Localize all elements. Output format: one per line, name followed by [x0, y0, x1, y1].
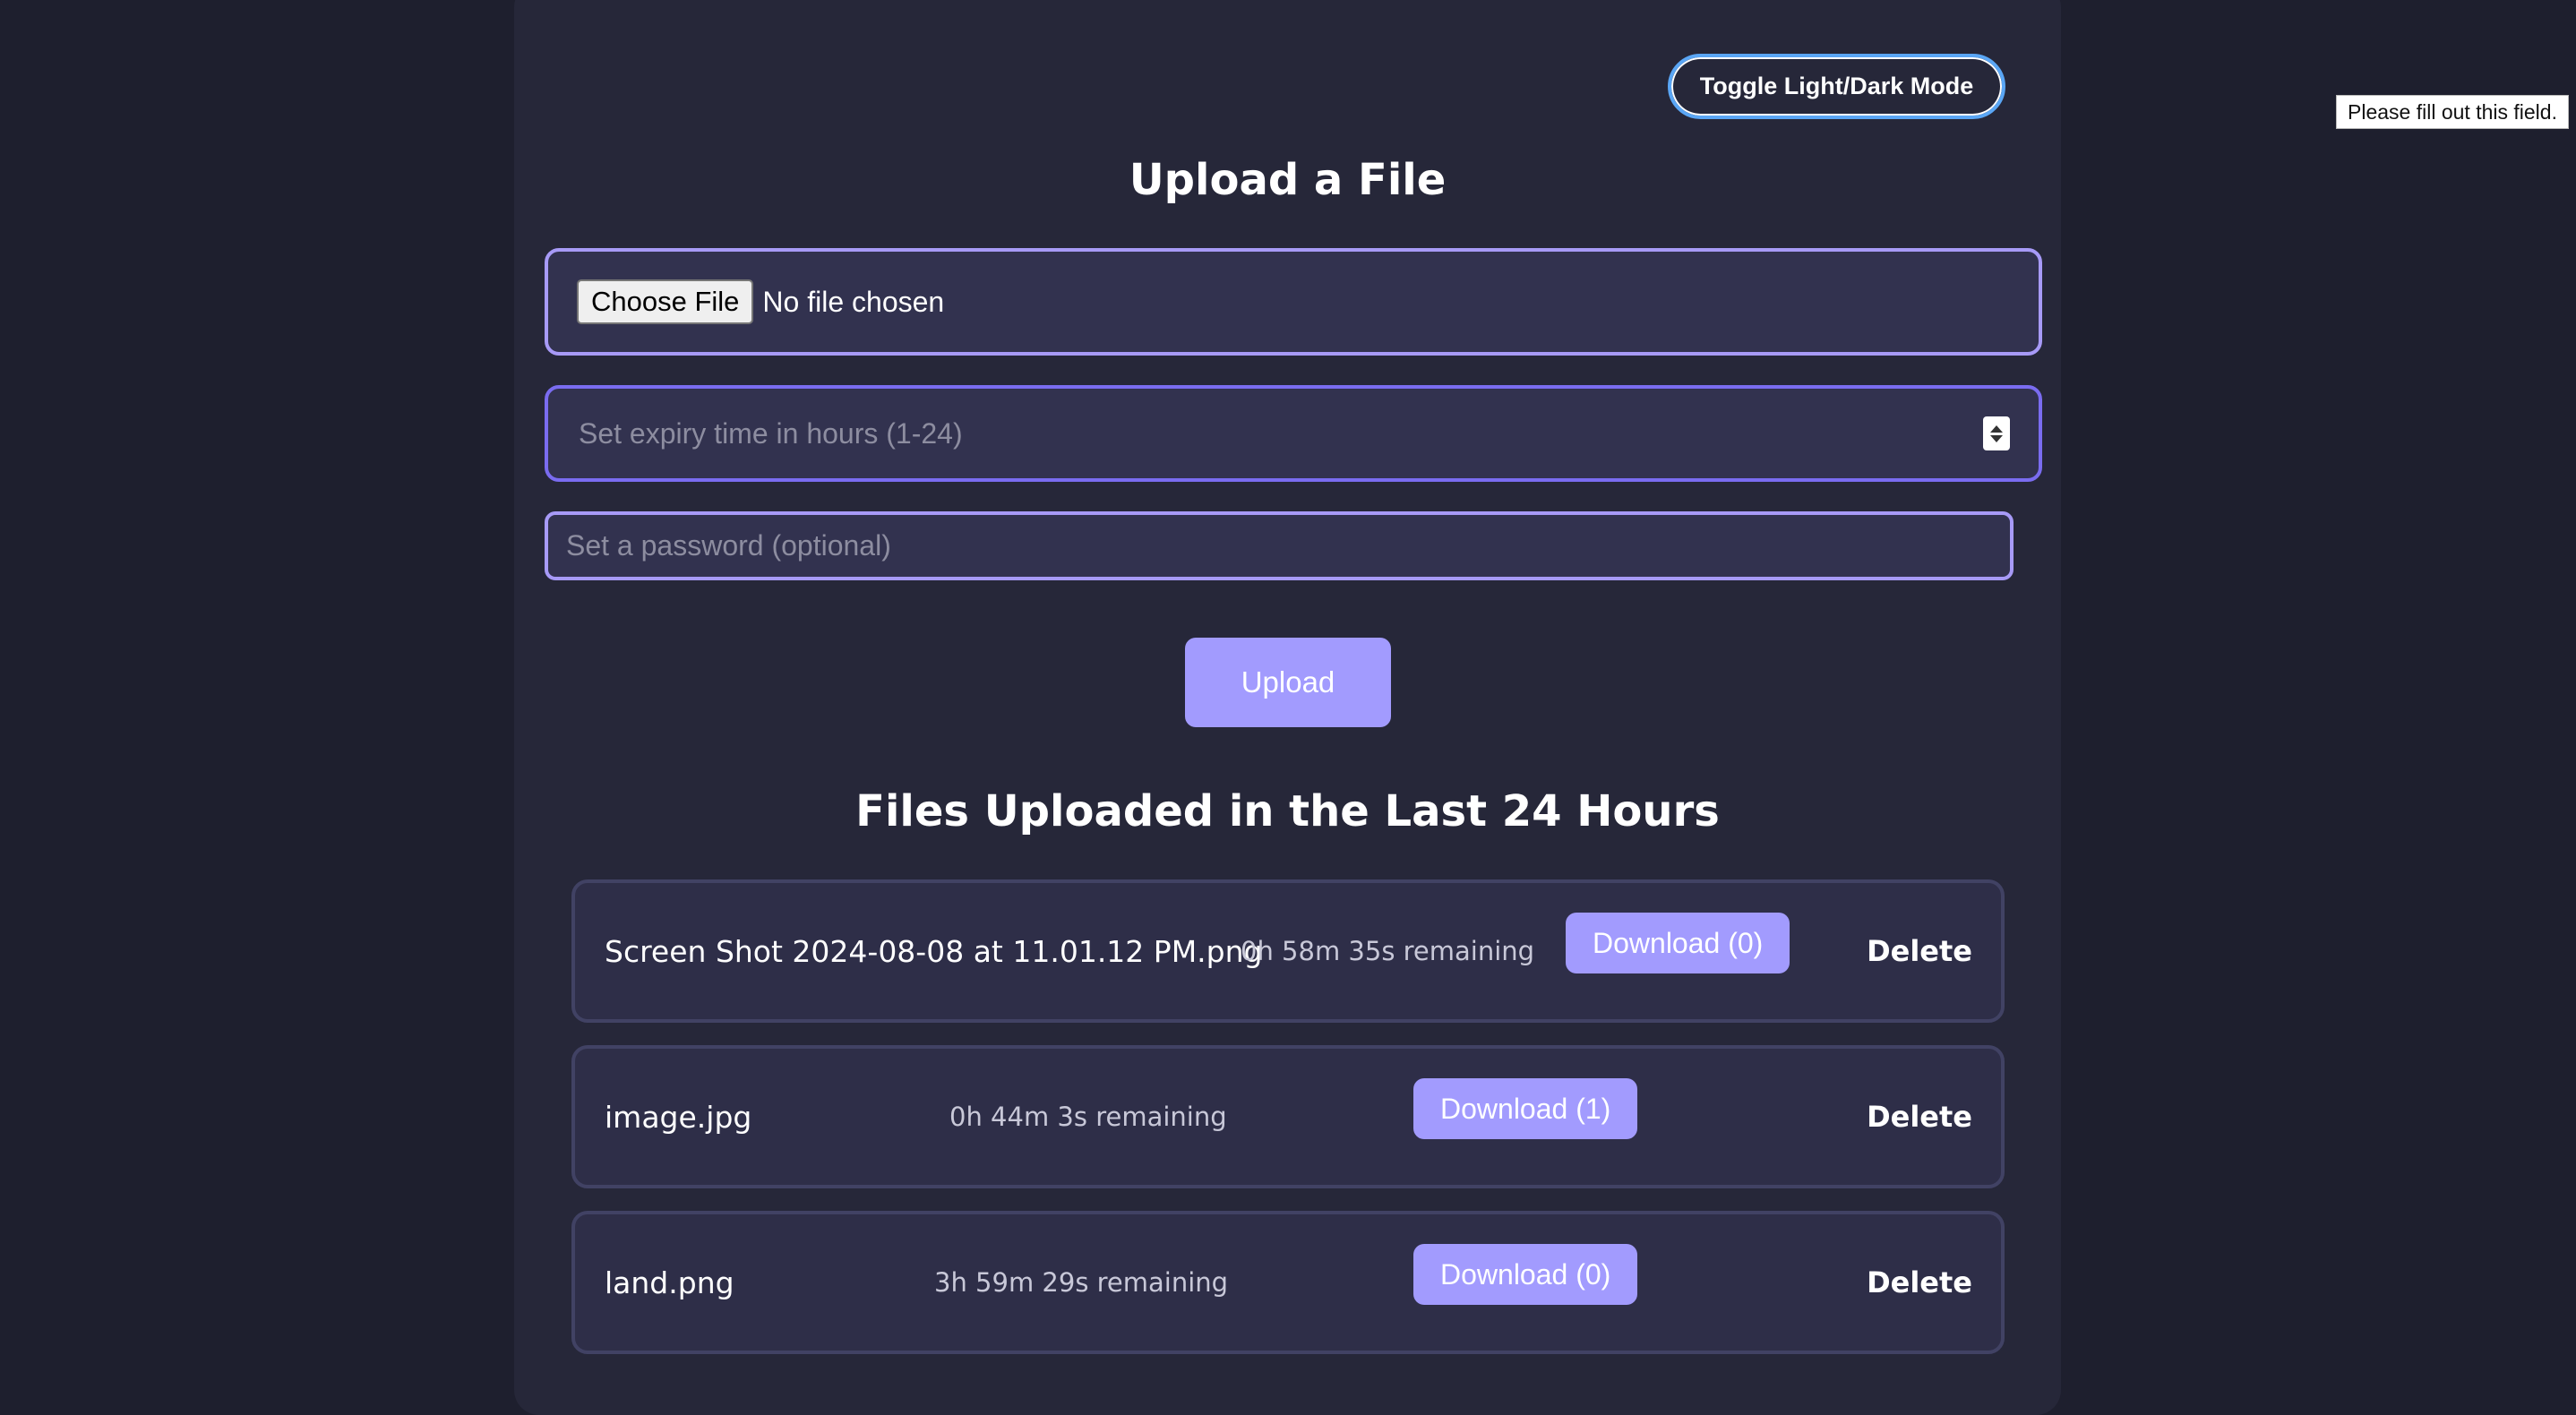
file-row: Screen Shot 2024-08-08 at 11.01.12 PM.pn…: [571, 879, 2005, 1023]
upload-button[interactable]: Upload: [1185, 638, 1391, 727]
validation-tooltip: Please fill out this field.: [2336, 95, 2569, 129]
expiry-field[interactable]: [545, 385, 2042, 482]
file-name: land.png: [605, 1265, 734, 1300]
stepper-down-icon[interactable]: [1990, 434, 2003, 442]
file-remaining: 0h 58m 35s remaining: [1241, 936, 1535, 966]
choose-file-button[interactable]: Choose File: [577, 279, 754, 324]
file-row: image.jpg 0h 44m 3s remaining Download (…: [571, 1045, 2005, 1188]
expiry-stepper[interactable]: [1983, 416, 2010, 450]
files-title: Files Uploaded in the Last 24 Hours: [855, 786, 1720, 836]
file-picker[interactable]: Choose File No file chosen: [545, 248, 2042, 356]
password-field[interactable]: [545, 511, 2014, 580]
expiry-input[interactable]: [577, 416, 1983, 451]
download-button[interactable]: Download (0): [1413, 1244, 1638, 1305]
download-button[interactable]: Download (0): [1566, 913, 1790, 973]
file-status-text: No file chosen: [762, 285, 945, 318]
toggle-theme-button[interactable]: Toggle Light/Dark Mode: [1668, 54, 2005, 119]
stepper-up-icon[interactable]: [1990, 424, 2003, 433]
upload-title: Upload a File: [1129, 155, 1447, 205]
delete-button[interactable]: Delete: [1867, 1214, 1972, 1351]
delete-button[interactable]: Delete: [1867, 1049, 1972, 1185]
delete-button[interactable]: Delete: [1867, 883, 1972, 1019]
file-row: land.png 3h 59m 29s remaining Download (…: [571, 1211, 2005, 1354]
file-remaining: 3h 59m 29s remaining: [934, 1267, 1229, 1298]
download-button[interactable]: Download (1): [1413, 1078, 1638, 1139]
file-remaining: 0h 44m 3s remaining: [949, 1102, 1227, 1132]
file-name: image.jpg: [605, 1099, 752, 1135]
password-input[interactable]: [564, 528, 1994, 563]
file-name: Screen Shot 2024-08-08 at 11.01.12 PM.pn…: [605, 933, 1263, 969]
